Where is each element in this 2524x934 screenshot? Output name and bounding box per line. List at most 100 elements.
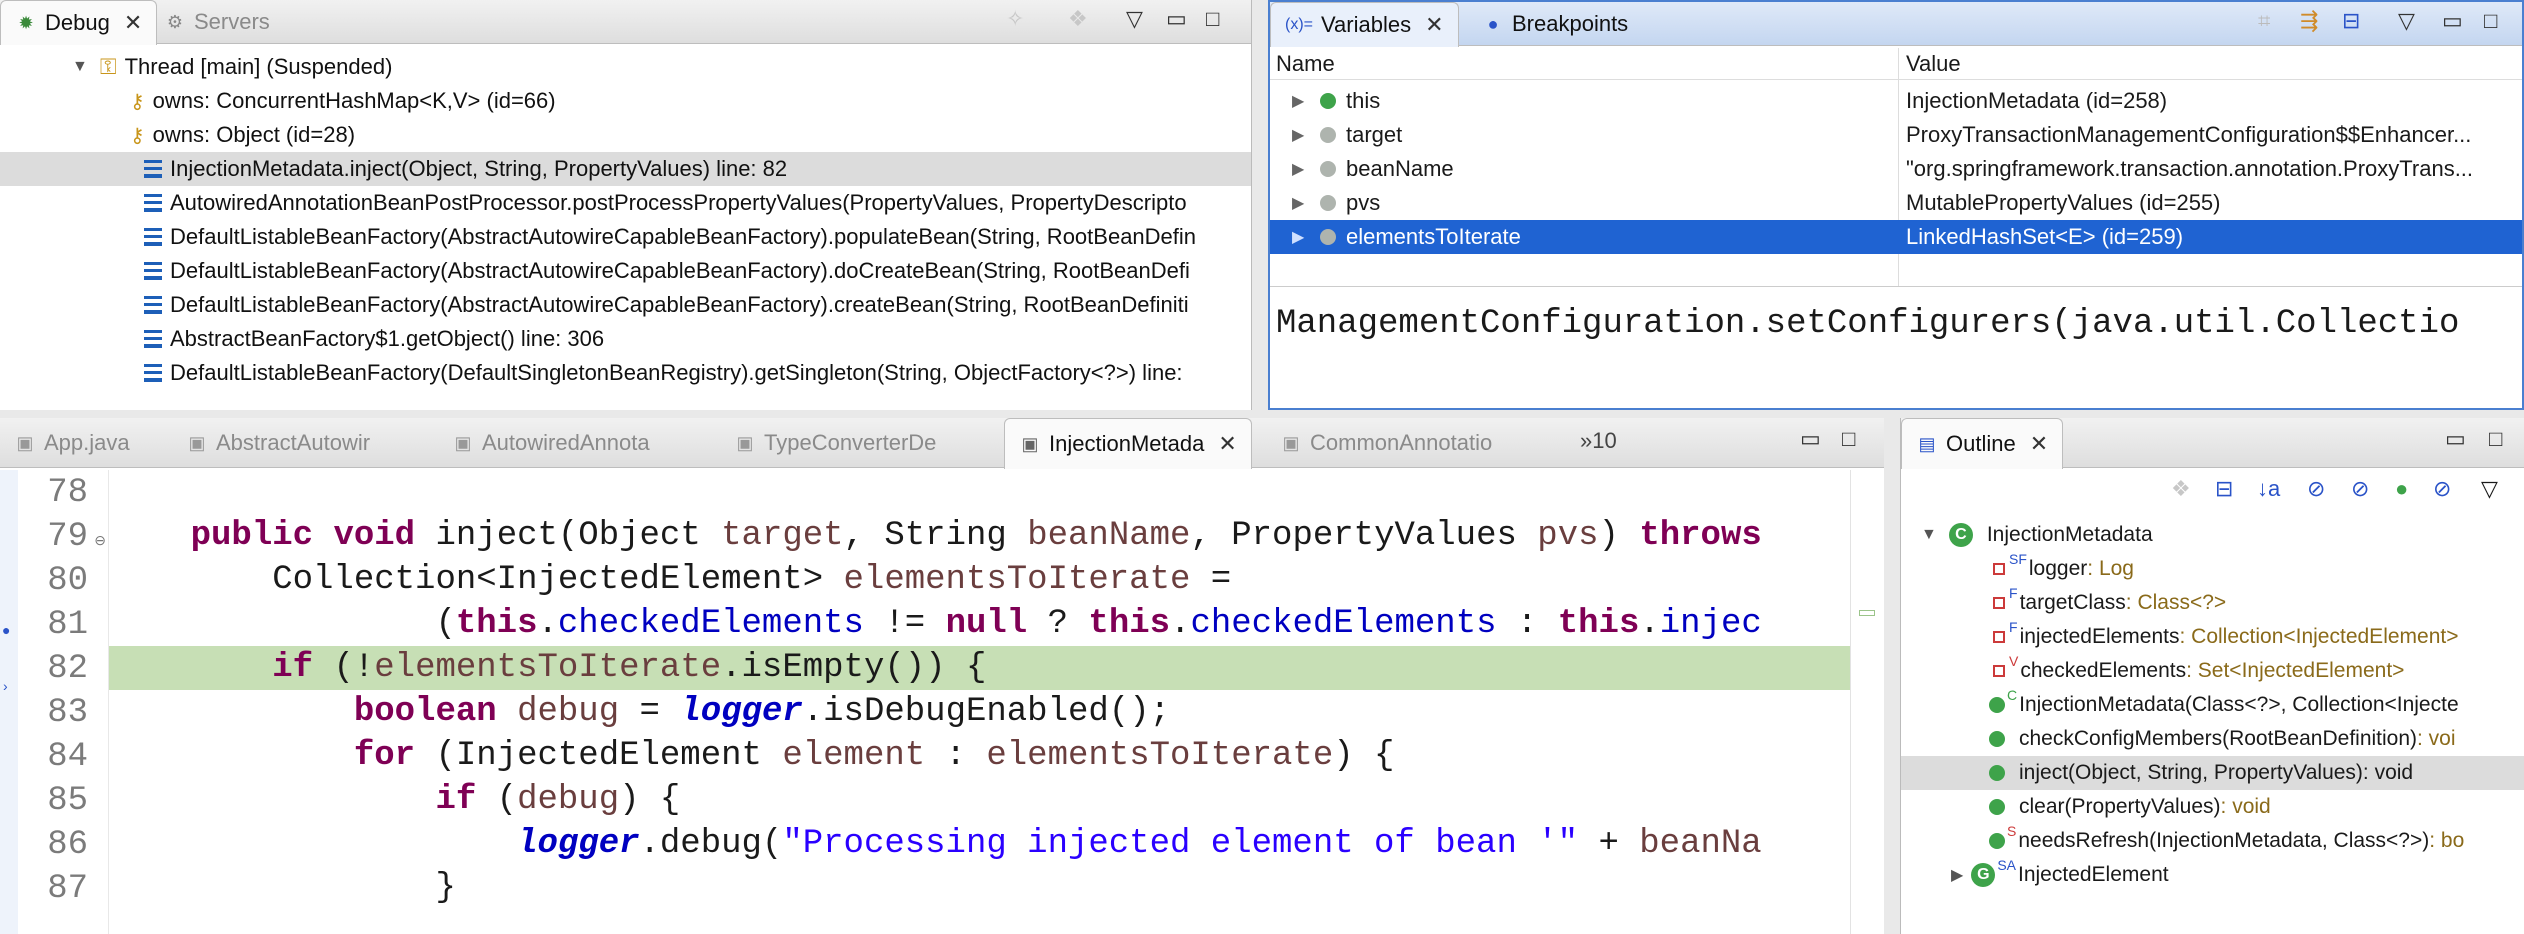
tab-editor-file[interactable]: ▣ App.java bbox=[0, 418, 144, 468]
expand-triangle-icon[interactable]: ▶ bbox=[1292, 227, 1304, 247]
stack-frame-row[interactable]: AutowiredAnnotationBeanPostProcessor.pos… bbox=[0, 186, 1251, 220]
stack-frame-row[interactable]: DefaultListableBeanFactory(AbstractAutow… bbox=[0, 254, 1251, 288]
collapse-all-icon[interactable]: ⊟ bbox=[2215, 476, 2233, 502]
link-with-editor-icon[interactable]: ❖ bbox=[2171, 476, 2191, 502]
variable-row[interactable]: ▶ this InjectionMetadata (id=258) bbox=[1270, 84, 2522, 118]
tab-variables[interactable]: (x)= Variables ✕ bbox=[1270, 2, 1459, 47]
parameter-icon bbox=[1320, 195, 1336, 211]
monitor-row[interactable]: ⚷ owns: ConcurrentHashMap<K,V> (id=66) bbox=[0, 84, 1251, 118]
tab-debug[interactable]: ✹ Debug ✕ bbox=[0, 0, 158, 45]
tab-editor-file[interactable]: ▣ AbstractAutowir bbox=[172, 418, 384, 468]
outline-item-method[interactable]: clear(PropertyValues) : void bbox=[1901, 790, 2524, 824]
maximize-icon[interactable]: □ bbox=[1206, 6, 1219, 32]
outline-item-name: inject(Object, String, PropertyValues) bbox=[2019, 761, 2363, 784]
close-icon[interactable]: ✕ bbox=[1425, 12, 1443, 38]
tab-servers[interactable]: ⚙ Servers bbox=[150, 0, 284, 44]
hide-fields-icon[interactable]: ⊘ bbox=[2307, 476, 2325, 502]
close-icon[interactable]: ✕ bbox=[2030, 431, 2048, 457]
close-icon[interactable]: ✕ bbox=[1218, 431, 1236, 457]
variable-detail-pane[interactable]: ManagementConfiguration.setConfigurers(j… bbox=[1270, 286, 2522, 408]
stack-frame-row[interactable]: AbstractBeanFactory$1.getObject() line: … bbox=[0, 322, 1251, 356]
column-header-name[interactable]: Name bbox=[1276, 51, 1335, 77]
maximize-icon[interactable]: □ bbox=[1842, 426, 1855, 452]
maximize-icon[interactable]: □ bbox=[2484, 8, 2497, 34]
column-header-value[interactable]: Value bbox=[1906, 51, 1961, 77]
outline-item-type: : Class<?> bbox=[2125, 591, 2227, 614]
show-logical-structure-icon[interactable]: ⇶ bbox=[2300, 8, 2318, 34]
expand-triangle-icon[interactable]: ▶ bbox=[1951, 865, 1963, 885]
view-menu-icon[interactable]: ▽ bbox=[2481, 476, 2498, 502]
public-method-icon bbox=[1989, 799, 2005, 815]
tab-outline[interactable]: ▤ Outline ✕ bbox=[1901, 418, 2064, 469]
show-type-names-icon[interactable]: ⌗ bbox=[2258, 8, 2270, 34]
outline-item-field[interactable]: F targetClass : Class<?> bbox=[1901, 585, 2524, 620]
sort-icon[interactable]: ↓a bbox=[2257, 476, 2280, 502]
outline-item-method[interactable]: S needsRefresh(InjectionMetadata, Class<… bbox=[1901, 823, 2524, 858]
variable-value: ProxyTransactionManagementConfiguration$… bbox=[1906, 122, 2472, 147]
static-final-decorator-icon: SF bbox=[2009, 551, 2027, 567]
outline-item-constructor[interactable]: C InjectionMetadata(Class<?>, Collection… bbox=[1901, 687, 2524, 722]
expand-triangle-icon[interactable]: ▶ bbox=[1292, 125, 1304, 145]
tab-editor-file[interactable]: ▣ CommonAnnotatio bbox=[1266, 418, 1506, 468]
hide-local-types-icon[interactable]: ⊘ bbox=[2433, 476, 2451, 502]
view-menu-icon[interactable]: ▽ bbox=[2398, 8, 2415, 34]
tab-breakpoints[interactable]: ● Breakpoints bbox=[1468, 2, 1642, 46]
class-file-icon: ▣ bbox=[1282, 432, 1300, 453]
minimize-icon[interactable]: ▭ bbox=[1166, 6, 1187, 32]
outline-item-method-selected[interactable]: inject(Object, String, PropertyValues) :… bbox=[1901, 756, 2524, 790]
outline-item-inner-class[interactable]: ▶ G SA InjectedElement bbox=[1901, 857, 2524, 892]
expand-triangle-icon[interactable]: ▶ bbox=[1292, 159, 1304, 179]
code-area[interactable]: public void inject(Object target, String… bbox=[108, 470, 1850, 934]
remove-terminated-icon[interactable]: ✧ bbox=[1006, 6, 1024, 32]
variable-row[interactable]: ▶ target ProxyTransactionManagementConfi… bbox=[1270, 118, 2522, 152]
view-menu-icon[interactable]: ▽ bbox=[1126, 6, 1143, 32]
outline-item-field[interactable]: V checkedElements : Set<InjectedElement> bbox=[1901, 653, 2524, 688]
more-tabs-button[interactable]: »10 bbox=[1580, 428, 1617, 454]
maximize-icon[interactable]: □ bbox=[2489, 426, 2502, 452]
collapse-all-icon[interactable]: ⊟ bbox=[2342, 8, 2360, 34]
private-field-icon bbox=[1993, 563, 2005, 575]
stack-frame-row[interactable]: DefaultListableBeanFactory(DefaultSingle… bbox=[0, 356, 1251, 390]
tree-label: DefaultListableBeanFactory(AbstractAutow… bbox=[170, 258, 1190, 283]
overview-marker[interactable] bbox=[1859, 610, 1875, 616]
minimize-icon[interactable]: ▭ bbox=[1800, 426, 1821, 452]
collapse-triangle-icon[interactable]: ▼ bbox=[1921, 526, 1937, 544]
variable-name: elementsToIterate bbox=[1346, 224, 1521, 249]
instruction-pointer-icon: ● bbox=[2, 622, 11, 638]
collapse-all-icon[interactable]: ❖ bbox=[1068, 6, 1088, 32]
expand-triangle-icon[interactable]: ▶ bbox=[1292, 91, 1304, 111]
collapse-triangle-icon[interactable]: ▼ bbox=[72, 58, 88, 76]
outline-item-type: : voi bbox=[2417, 727, 2456, 750]
monitor-row[interactable]: ⚷ owns: Object (id=28) bbox=[0, 118, 1251, 152]
fold-collapse-icon[interactable]: ⊖ bbox=[94, 532, 106, 549]
tab-editor-file[interactable]: ▣ AutowiredAnnota bbox=[438, 418, 664, 468]
code-line: public void inject(Object target, String… bbox=[190, 517, 1762, 555]
variable-row-selected[interactable]: ▶ elementsToIterate LinkedHashSet<E> (id… bbox=[1270, 220, 2522, 254]
outline-item-method[interactable]: checkConfigMembers(RootBeanDefinition) :… bbox=[1901, 722, 2524, 756]
minimize-icon[interactable]: ▭ bbox=[2442, 8, 2463, 34]
thread-row[interactable]: ▼ ⚿ Thread [main] (Suspended) bbox=[0, 50, 1251, 84]
variable-row[interactable]: ▶ beanName "org.springframework.transact… bbox=[1270, 152, 2522, 186]
tab-editor-file[interactable]: ▣ TypeConverterDe bbox=[720, 418, 950, 468]
outline-item-field[interactable]: SF logger : Log bbox=[1901, 551, 2524, 586]
stack-frame-row[interactable]: DefaultListableBeanFactory(AbstractAutow… bbox=[0, 220, 1251, 254]
hide-static-icon[interactable]: ⊘ bbox=[2351, 476, 2369, 502]
stack-frame-row[interactable]: DefaultListableBeanFactory(AbstractAutow… bbox=[0, 288, 1251, 322]
tab-editor-file-active[interactable]: ▣ InjectionMetada ✕ bbox=[1004, 418, 1252, 469]
expand-triangle-icon[interactable]: ▶ bbox=[1292, 193, 1304, 213]
outline-item-name: needsRefresh(InjectionMetadata, Class<?>… bbox=[2018, 829, 2430, 852]
minimize-icon[interactable]: ▭ bbox=[2445, 426, 2466, 452]
outline-item-field[interactable]: F injectedElements : Collection<Injected… bbox=[1901, 619, 2524, 654]
overview-ruler[interactable] bbox=[1850, 470, 1884, 934]
left-ruler[interactable]: ● › bbox=[0, 470, 18, 934]
outline-item-class[interactable]: ▼ C InjectionMetadata bbox=[1901, 518, 2524, 552]
hide-non-public-icon[interactable]: ● bbox=[2395, 476, 2408, 502]
detail-text: ManagementConfiguration.setConfigurers(j… bbox=[1276, 305, 2460, 343]
close-icon[interactable]: ✕ bbox=[124, 10, 142, 36]
stack-frame-row[interactable]: InjectionMetadata.inject(Object, String,… bbox=[0, 152, 1251, 186]
variable-row[interactable]: ▶ pvs MutablePropertyValues (id=255) bbox=[1270, 186, 2522, 220]
variable-name: beanName bbox=[1346, 156, 1454, 181]
variable-value: LinkedHashSet<E> (id=259) bbox=[1906, 224, 2184, 249]
class-file-icon: ▣ bbox=[736, 432, 754, 453]
outline-item-name: injectedElements bbox=[2019, 625, 2180, 648]
